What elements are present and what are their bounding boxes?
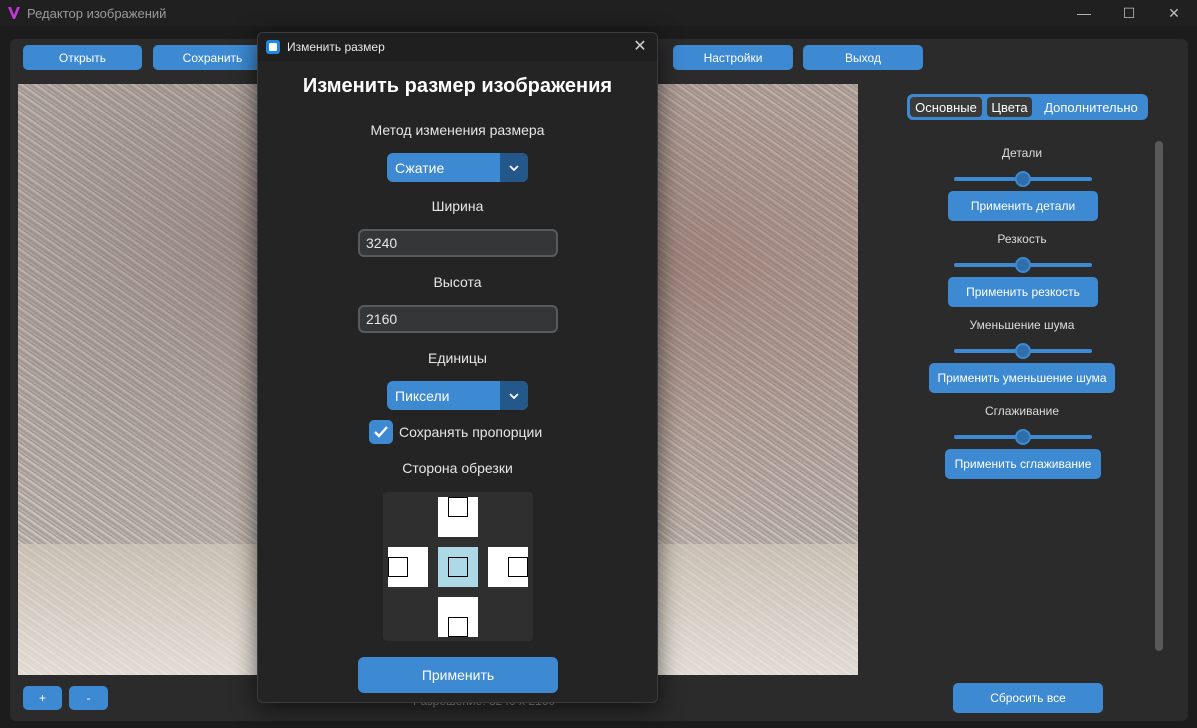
- noise-reduction-slider[interactable]: [954, 343, 1092, 359]
- apply-sharpness-button[interactable]: Применить резкость: [948, 277, 1098, 307]
- method-combobox[interactable]: Сжатие: [387, 153, 528, 182]
- width-field[interactable]: 3240: [358, 229, 558, 257]
- minimize-button[interactable]: —: [1062, 3, 1106, 23]
- slider-knob[interactable]: [1015, 343, 1031, 359]
- details-label: Детали: [1001, 146, 1043, 160]
- height-label: Высота: [433, 274, 482, 290]
- app-title: Редактор изображений: [27, 6, 167, 21]
- apply-details-button[interactable]: Применить детали: [948, 191, 1098, 221]
- keep-ratio-checkbox[interactable]: [369, 420, 393, 444]
- height-field[interactable]: 2160: [358, 305, 558, 333]
- chevron-down-icon[interactable]: [500, 153, 528, 182]
- crop-center-icon: [448, 557, 468, 577]
- reset-all-button[interactable]: Сбросить все: [953, 683, 1103, 713]
- crop-side-label: Сторона обрезки: [402, 460, 513, 476]
- method-label: Метод изменения размера: [370, 122, 545, 138]
- smoothing-slider[interactable]: [954, 429, 1092, 445]
- open-button[interactable]: Открыть: [23, 45, 142, 70]
- tab-colors[interactable]: Цвета: [987, 97, 1032, 117]
- crop-right-icon: [508, 557, 528, 577]
- apply-smoothing-button[interactable]: Применить сглаживание: [945, 449, 1101, 479]
- close-window-button[interactable]: ✕: [1152, 3, 1196, 23]
- sharpness-label: Резкость: [997, 232, 1047, 246]
- exit-button[interactable]: Выход: [803, 45, 923, 70]
- tab-basic[interactable]: Основные: [910, 97, 982, 117]
- tab-advanced[interactable]: Дополнительно: [1037, 97, 1145, 117]
- crop-bottom-icon: [448, 617, 468, 637]
- units-combobox[interactable]: Пиксели: [387, 381, 528, 410]
- side-tabs: Основные Цвета Дополнительно: [907, 94, 1148, 120]
- dialog-app-icon: [266, 40, 280, 54]
- slider-knob[interactable]: [1015, 171, 1031, 187]
- method-value: Сжатие: [395, 160, 445, 176]
- dialog-title-bar: Изменить размер ✕: [258, 33, 657, 61]
- crop-side-selector: [383, 492, 533, 641]
- app-logo-icon: [8, 7, 20, 19]
- title-bar: Редактор изображений — ☐ ✕: [0, 0, 1197, 26]
- width-label: Ширина: [431, 198, 484, 214]
- dialog-close-icon[interactable]: ✕: [630, 37, 650, 57]
- settings-button[interactable]: Настройки: [673, 45, 793, 70]
- noise-reduction-label: Уменьшение шума: [969, 318, 1075, 332]
- dialog-heading: Изменить размер изображения: [302, 75, 613, 97]
- units-value: Пиксели: [395, 388, 450, 404]
- save-button[interactable]: Сохранить: [153, 45, 272, 70]
- crop-center-button[interactable]: [438, 547, 478, 587]
- details-slider[interactable]: [954, 171, 1092, 187]
- apply-noise-reduction-button[interactable]: Применить уменьшение шума: [929, 363, 1115, 393]
- apply-resize-button[interactable]: Применить: [358, 657, 558, 693]
- crop-left-icon: [388, 557, 408, 577]
- crop-top-icon: [448, 497, 468, 517]
- crop-right-button[interactable]: [488, 547, 528, 587]
- sharpness-slider[interactable]: [954, 257, 1092, 273]
- zoom-in-button[interactable]: +: [23, 686, 62, 710]
- crop-bottom-button[interactable]: [438, 597, 478, 637]
- keep-ratio-label: Сохранять пропорции: [399, 424, 543, 440]
- dialog-title: Изменить размер: [287, 40, 385, 54]
- zoom-out-button[interactable]: -: [69, 686, 108, 710]
- crop-top-button[interactable]: [438, 497, 478, 537]
- units-label: Единицы: [428, 350, 487, 366]
- slider-knob[interactable]: [1015, 257, 1031, 273]
- checkmark-icon: [374, 426, 388, 438]
- maximize-button[interactable]: ☐: [1107, 3, 1151, 23]
- resize-dialog: Изменить размер ✕ Изменить размер изобра…: [257, 32, 658, 703]
- crop-left-button[interactable]: [388, 547, 428, 587]
- smoothing-label: Сглаживание: [984, 404, 1060, 418]
- chevron-down-icon[interactable]: [500, 381, 528, 410]
- side-panel-scrollbar[interactable]: [1155, 141, 1163, 651]
- slider-knob[interactable]: [1015, 429, 1031, 445]
